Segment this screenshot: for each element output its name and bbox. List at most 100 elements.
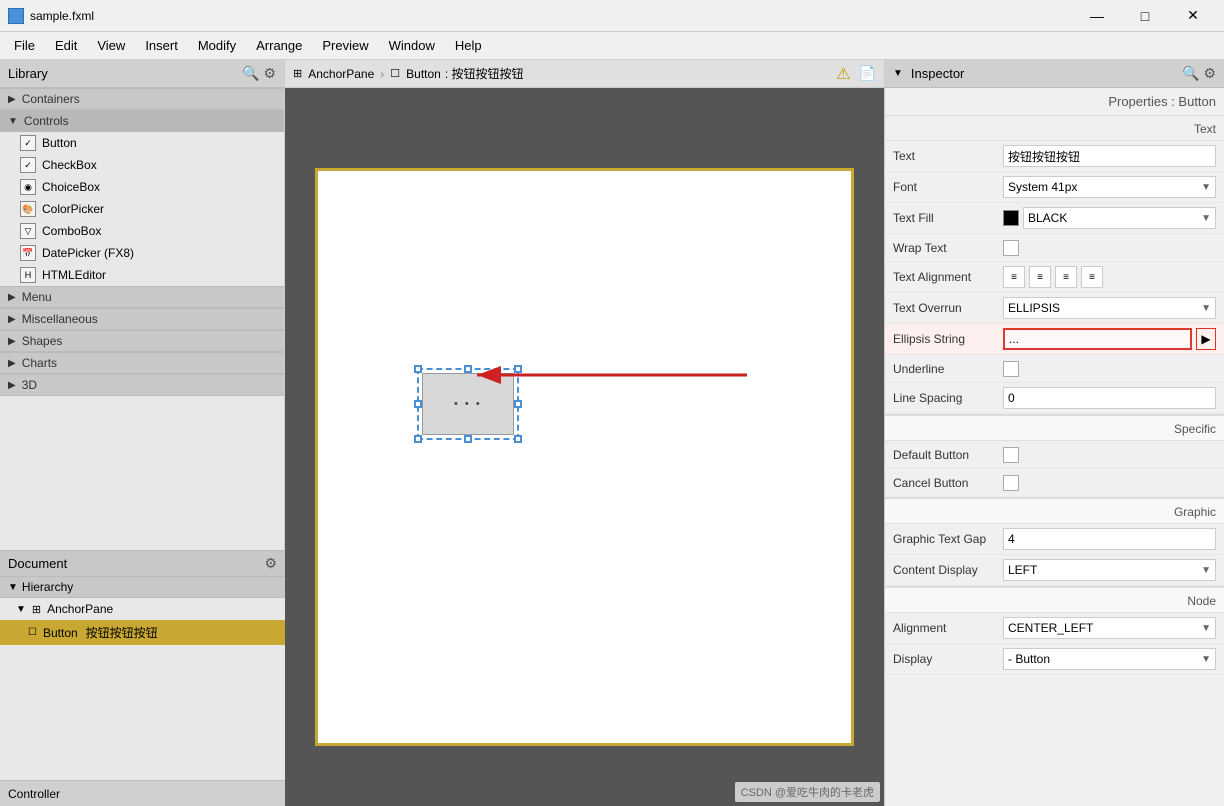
inspector-subtitle-text: Properties : Button [1108, 94, 1216, 109]
canvas-area[interactable]: • • • CSDN @爱吃牛肉的卡老虎 [285, 88, 884, 806]
alignment-dropdown[interactable]: CENTER_LEFT ▼ [1003, 617, 1216, 639]
document-header: Document ⚙ [0, 551, 285, 577]
defaultbtn-checkbox[interactable] [1003, 447, 1019, 463]
prop-textoverrun-row: Text Overrun ELLIPSIS ▼ [885, 293, 1224, 324]
containers-arrow: ▶ [8, 94, 16, 105]
menu-arrange[interactable]: Arrange [246, 34, 312, 57]
section-menu[interactable]: ▶ Menu [0, 286, 284, 308]
minimize-button[interactable]: — [1074, 0, 1120, 32]
breadcrumb-anchorpane[interactable]: ⊞ AnchorPane [293, 67, 374, 81]
text-section-label: Text [885, 116, 1224, 141]
align-right-btn[interactable]: ≡ [1055, 266, 1077, 288]
ellipsis-input[interactable] [1003, 328, 1192, 350]
menu-edit[interactable]: Edit [45, 34, 87, 57]
prop-textfill-value: BLACK ▼ [1003, 207, 1216, 229]
inspector-subtitle: Properties : Button [885, 88, 1224, 116]
prop-linespacing-row: Line Spacing [885, 383, 1224, 414]
document-settings-icon[interactable]: ⚙ [264, 555, 277, 572]
handle-br [514, 435, 522, 443]
inspector-search-icon[interactable]: 🔍 [1182, 65, 1199, 82]
menu-section-label: Menu [22, 290, 52, 304]
menu-help[interactable]: Help [445, 34, 492, 57]
prop-cancelbtn-label: Cancel Button [893, 476, 1003, 490]
underline-checkbox[interactable] [1003, 361, 1019, 377]
shapes-arrow: ▶ [8, 336, 16, 347]
library-settings-icon[interactable]: ⚙ [263, 65, 276, 82]
prop-defaultbtn-value [1003, 447, 1216, 463]
button-item-icon: ✓ [20, 135, 36, 151]
textfill-color-box[interactable] [1003, 210, 1019, 226]
graphictextgap-input[interactable] [1003, 528, 1216, 550]
ellipsis-expand-btn[interactable]: ▶ [1196, 328, 1216, 350]
library-item-htmleditor[interactable]: H HTMLEditor [0, 264, 284, 286]
menu-modify[interactable]: Modify [188, 34, 246, 57]
tree-button[interactable]: ☐ Button 按钮按钮按钮 [0, 620, 285, 645]
menu-file[interactable]: File [4, 34, 45, 57]
canvas-doc-icon[interactable]: 📄 [859, 65, 876, 82]
section-shapes[interactable]: ▶ Shapes [0, 330, 284, 352]
prop-graphictextgap-row: Graphic Text Gap [885, 524, 1224, 555]
section-containers[interactable]: ▶ Containers [0, 88, 284, 110]
inspector-collapse-arrow[interactable]: ▼ [893, 68, 907, 79]
breadcrumb-button-label: Button [406, 67, 441, 81]
display-label: Display [893, 652, 1003, 666]
controls-label: Controls [24, 114, 69, 128]
textfill-dropdown[interactable]: BLACK ▼ [1023, 207, 1216, 229]
library-item-checkbox[interactable]: ✓ CheckBox [0, 154, 284, 176]
section-charts[interactable]: ▶ Charts [0, 352, 284, 374]
font-dropdown[interactable]: System 41px ▼ [1003, 176, 1216, 198]
linespacing-input[interactable] [1003, 387, 1216, 409]
section-misc[interactable]: ▶ Miscellaneous [0, 308, 284, 330]
tree-expand-icon: ▼ [16, 604, 26, 615]
tree-anchor-pane[interactable]: ▼ ⊞ AnchorPane [0, 598, 285, 620]
prop-ellipsis-label: Ellipsis String [893, 332, 1003, 346]
section-controls[interactable]: ▼ Controls [0, 110, 284, 132]
controller-label: Controller [8, 787, 60, 801]
menu-preview[interactable]: Preview [312, 34, 378, 57]
cancelbtn-checkbox[interactable] [1003, 475, 1019, 491]
contentdisplay-dropdown[interactable]: LEFT ▼ [1003, 559, 1216, 581]
breadcrumb-anchorpane-label: AnchorPane [308, 67, 374, 81]
display-dropdown[interactable]: - Button ▼ [1003, 648, 1216, 670]
menu-window[interactable]: Window [379, 34, 445, 57]
align-center-btn[interactable]: ≡ [1029, 266, 1051, 288]
wraptext-checkbox[interactable] [1003, 240, 1019, 256]
prop-linespacing-value [1003, 387, 1216, 409]
align-left-btn[interactable]: ≡ [1003, 266, 1025, 288]
section-3d[interactable]: ▶ 3D [0, 374, 284, 396]
canvas-button-wrapper: • • • [444, 381, 534, 441]
prop-wraptext-value [1003, 240, 1216, 256]
close-button[interactable]: ✕ [1170, 0, 1216, 32]
breadcrumb-button[interactable]: ☐ Button : 按钮按钮按钮 [390, 65, 523, 82]
misc-arrow: ▶ [8, 314, 16, 325]
hierarchy-label: Hierarchy [22, 580, 73, 594]
prop-underline-value [1003, 361, 1216, 377]
more-props-row: Display - Button ▼ [885, 644, 1224, 675]
library-item-button[interactable]: ✓ Button [0, 132, 284, 154]
warning-icon: ⚠ [836, 64, 850, 84]
library-search-icon[interactable]: 🔍 [242, 65, 259, 82]
checkbox-item-label: CheckBox [42, 158, 97, 172]
prop-contentdisplay-label: Content Display [893, 563, 1003, 577]
library-item-combobox[interactable]: ▽ ComboBox [0, 220, 284, 242]
library-item-choicebox[interactable]: ◉ ChoiceBox [0, 176, 284, 198]
right-panel: ▼ Inspector 🔍 ⚙ Properties : Button Text… [884, 60, 1224, 806]
prop-defaultbtn-label: Default Button [893, 448, 1003, 462]
align-justify-btn[interactable]: ≡ [1081, 266, 1103, 288]
menu-view[interactable]: View [87, 34, 135, 57]
title-bar: sample.fxml — □ ✕ [0, 0, 1224, 32]
library-header-icons: 🔍 ⚙ [242, 65, 276, 82]
breadcrumb-arrow-1: › [380, 67, 384, 81]
prop-defaultbtn-row: Default Button [885, 441, 1224, 469]
title-bar-controls: — □ ✕ [1074, 0, 1216, 32]
textoverrun-dropdown[interactable]: ELLIPSIS ▼ [1003, 297, 1216, 319]
anchorpane-breadcrumb-icon: ⊞ [293, 67, 302, 80]
inspector-settings-icon[interactable]: ⚙ [1203, 65, 1216, 82]
menu-insert[interactable]: Insert [135, 34, 188, 57]
maximize-button[interactable]: □ [1122, 0, 1168, 32]
library-item-colorpicker[interactable]: 🎨 ColorPicker [0, 198, 284, 220]
center-panel: ⊞ AnchorPane › ☐ Button : 按钮按钮按钮 ⚠ 📄 [285, 60, 884, 806]
library-item-datepicker[interactable]: 📅 DatePicker (FX8) [0, 242, 284, 264]
button-tree-label: Button [43, 626, 78, 640]
text-input[interactable] [1003, 145, 1216, 167]
